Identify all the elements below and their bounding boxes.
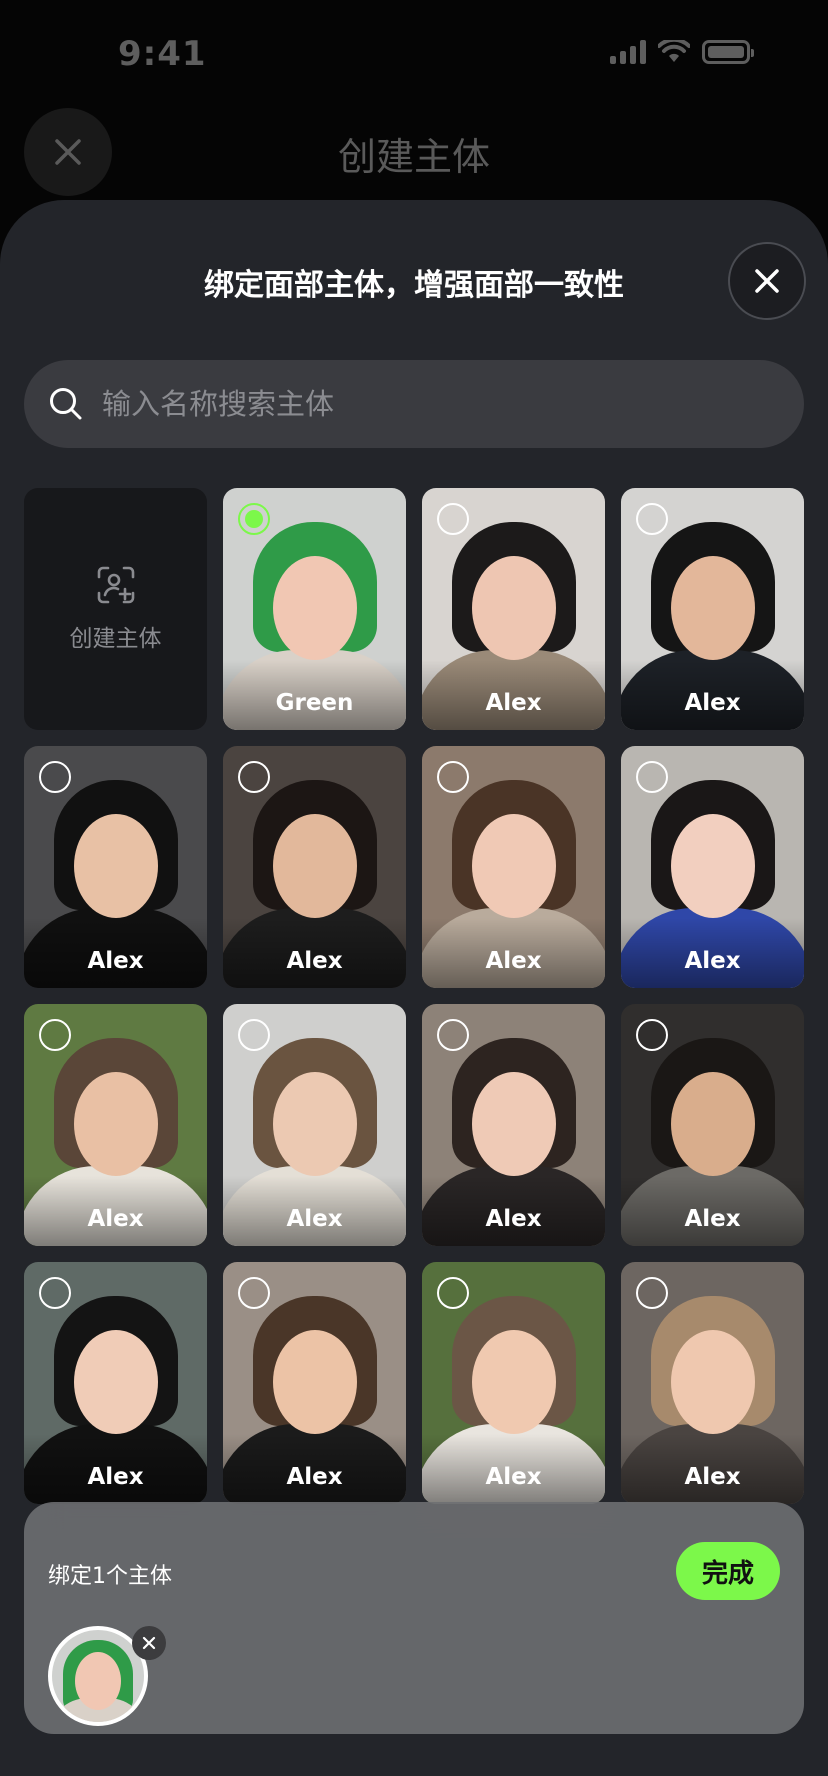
done-button[interactable]: 完成 — [676, 1542, 780, 1600]
subject-name: Alex — [485, 948, 542, 974]
subject-card[interactable]: Alex — [422, 1262, 605, 1504]
remove-subject-button[interactable] — [132, 1626, 166, 1660]
subject-name: Alex — [684, 948, 741, 974]
select-radio[interactable] — [636, 761, 668, 793]
select-radio[interactable] — [238, 1277, 270, 1309]
select-radio[interactable] — [39, 761, 71, 793]
subject-card[interactable]: Alex — [422, 746, 605, 988]
select-radio[interactable] — [437, 503, 469, 535]
subject-name: Alex — [286, 948, 343, 974]
subject-card[interactable]: Alex — [621, 1004, 804, 1246]
create-subject-tile[interactable]: 创建主体 — [24, 488, 207, 730]
subject-name: Alex — [286, 1464, 343, 1490]
close-icon — [755, 269, 779, 293]
search-input[interactable] — [102, 387, 742, 421]
select-radio[interactable] — [636, 1277, 668, 1309]
cellular-signal-icon — [610, 40, 646, 64]
status-icons — [610, 40, 754, 64]
subject-name: Green — [275, 690, 354, 716]
bind-count-label: 绑定1个主体 — [48, 1564, 172, 1589]
select-radio[interactable] — [39, 1277, 71, 1309]
subject-card[interactable]: Alex — [24, 1004, 207, 1246]
close-icon — [142, 1636, 156, 1650]
search-bar[interactable] — [24, 360, 804, 448]
subject-name: Alex — [684, 1464, 741, 1490]
status-bar: 9:41 — [0, 0, 828, 110]
subject-card[interactable]: Alex — [223, 1262, 406, 1504]
create-subject-label: 创建主体 — [69, 626, 162, 652]
status-time: 9:41 — [118, 34, 207, 74]
subject-name: Alex — [286, 1206, 343, 1232]
select-radio[interactable] — [636, 503, 668, 535]
subject-card[interactable]: Alex — [621, 1262, 804, 1504]
select-radio[interactable] — [238, 503, 270, 535]
subject-card[interactable]: Alex — [422, 1004, 605, 1246]
add-face-icon — [97, 566, 134, 604]
select-radio[interactable] — [39, 1019, 71, 1051]
subject-name: Alex — [485, 1206, 542, 1232]
subject-card[interactable]: Alex — [223, 1004, 406, 1246]
subject-name: Alex — [87, 1464, 144, 1490]
select-radio[interactable] — [437, 1277, 469, 1309]
battery-icon — [702, 40, 754, 64]
wifi-icon — [658, 40, 690, 62]
subject-name: Alex — [87, 1206, 144, 1232]
subject-name: Alex — [684, 1206, 741, 1232]
page-title: 创建主体 — [337, 135, 490, 179]
select-radio[interactable] — [238, 1019, 270, 1051]
subject-card[interactable]: Alex — [422, 488, 605, 730]
select-radio[interactable] — [437, 1019, 469, 1051]
select-radio[interactable] — [437, 761, 469, 793]
subject-name: Alex — [485, 1464, 542, 1490]
select-radio[interactable] — [636, 1019, 668, 1051]
subject-card[interactable]: Alex — [24, 746, 207, 988]
subject-name: Alex — [485, 690, 542, 716]
subject-card[interactable]: Green — [223, 488, 406, 730]
page-header: 创建主体 — [0, 100, 828, 204]
subject-name: Alex — [87, 948, 144, 974]
sheet-title: 绑定面部主体，增强面部一致性 — [204, 268, 624, 303]
sheet-close-button[interactable] — [728, 242, 806, 320]
subject-name: Alex — [684, 690, 741, 716]
bind-panel: 绑定1个主体 完成 — [24, 1502, 804, 1734]
subject-card[interactable]: Alex — [24, 1262, 207, 1504]
subject-card[interactable]: Alex — [223, 746, 406, 988]
subject-card[interactable]: Alex — [621, 488, 804, 730]
search-icon — [50, 388, 82, 420]
subject-card[interactable]: Alex — [621, 746, 804, 988]
select-radio[interactable] — [238, 761, 270, 793]
